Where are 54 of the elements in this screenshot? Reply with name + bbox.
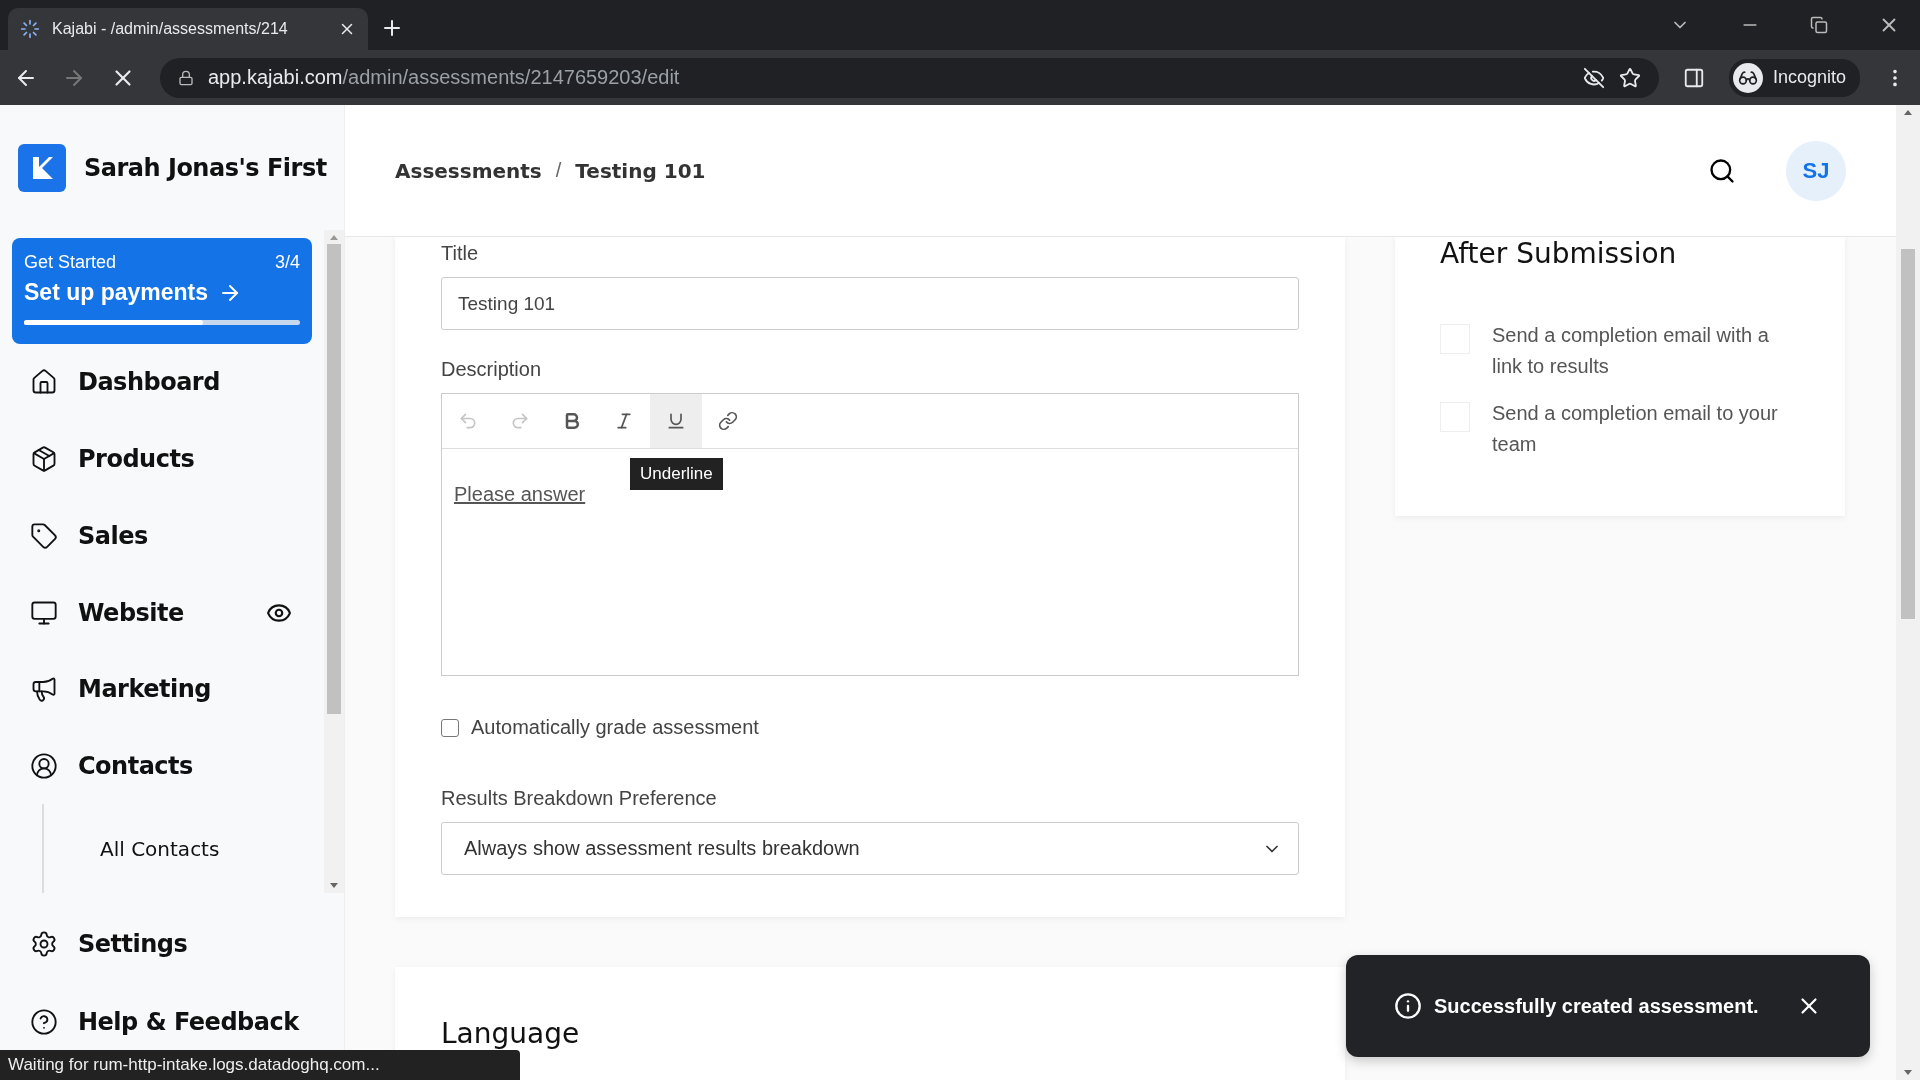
lock-icon [178, 69, 194, 86]
results-select[interactable]: Always show assessment results breakdown [441, 822, 1299, 875]
checkbox-label: Send a completion email to your team [1492, 401, 1779, 457]
settings-icon [30, 930, 58, 958]
section-heading: Language [441, 1017, 580, 1050]
description-text: Please answer [454, 483, 586, 505]
nav-item[interactable]: Products [12, 420, 312, 498]
nav-item[interactable]: Dashboard [12, 343, 312, 421]
site-name: Sarah Jonas's First [84, 153, 327, 182]
eye-off-icon[interactable] [1582, 66, 1605, 89]
scrollbar-thumb[interactable] [1901, 249, 1915, 619]
profile-button[interactable]: Incognito [1728, 58, 1860, 97]
breadcrumb-separator: / [555, 159, 562, 182]
breadcrumb-item[interactable]: Assessments [395, 158, 542, 183]
side-panel-icon[interactable] [1682, 66, 1705, 89]
nav-item[interactable]: Website [12, 574, 312, 651]
browser-tab[interactable]: Kajabi - /admin/assessments/214 [8, 8, 368, 50]
restore-icon[interactable] [1810, 16, 1828, 34]
nav-item[interactable]: Settings [12, 905, 332, 983]
nav-item[interactable]: Marketing [12, 650, 312, 728]
field-label: Results Breakdown Preference [441, 787, 718, 810]
checkbox-label: Automatically grade assessment [471, 716, 759, 739]
underline-button[interactable] [650, 394, 702, 448]
checkbox[interactable] [441, 718, 459, 737]
logo-icon [18, 143, 66, 192]
search-icon[interactable] [1708, 156, 1736, 185]
info-icon [1394, 992, 1422, 1020]
section-heading: After Submission [1440, 237, 1678, 270]
nav-subitem[interactable]: All Contacts [100, 836, 220, 861]
help-icon [30, 1008, 58, 1036]
user-circle-icon [30, 752, 58, 781]
get-started-label: Get Started [24, 252, 117, 273]
breadcrumb-item: Testing 101 [575, 158, 706, 183]
tooltip: Underline [630, 458, 723, 490]
box-icon [30, 444, 58, 473]
tag-icon [30, 521, 58, 550]
toast-message: Successfully created assessment. [1434, 994, 1760, 1018]
step-count: 3/4 [274, 252, 300, 273]
setup-link[interactable]: Set up payments [24, 279, 300, 306]
megaphone-icon [30, 675, 58, 704]
tab-title: Kajabi - /admin/assessments/214 [52, 20, 289, 38]
title-field[interactable]: Testing 101 [441, 277, 1299, 330]
field-label: Description [441, 358, 543, 381]
scrollbar-thumb[interactable] [327, 244, 341, 714]
field-label: Title [441, 242, 480, 265]
checkbox-label: Send a completion email with a link to results [1492, 323, 1770, 379]
nav-item[interactable]: Sales [12, 497, 312, 575]
star-icon[interactable] [1618, 66, 1641, 89]
address-bar[interactable]: app.kajabi.com/admin/assessments/2147659203/edit [160, 57, 1659, 98]
get-started-card[interactable]: Get Started 3/4 Set up payments [12, 238, 312, 344]
user-avatar[interactable]: SJ [1786, 140, 1846, 201]
nav-item[interactable]: Contacts [12, 727, 312, 805]
loading-icon [20, 19, 40, 39]
status-tooltip: Waiting for rum-http-intake.logs.datadoghq.com... [0, 1050, 520, 1080]
